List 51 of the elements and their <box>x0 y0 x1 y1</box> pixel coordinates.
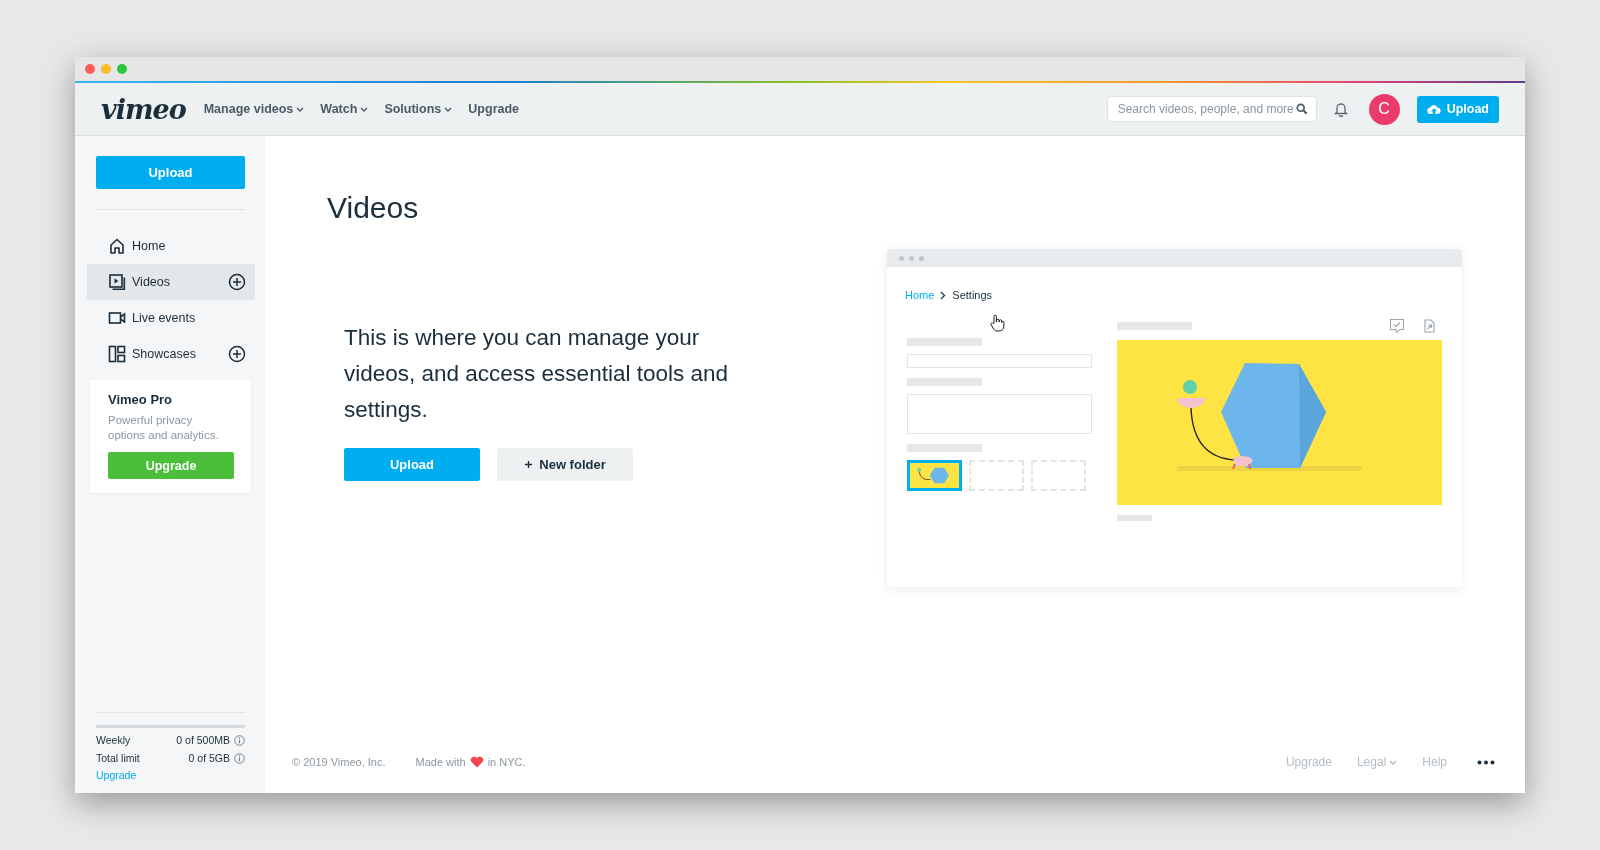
sidebar-item[interactable]: Live events <box>87 300 255 336</box>
description-text: This is where you can manage your videos, and access essential tools and settings. <box>344 324 729 424</box>
placeholder-bar <box>1117 515 1152 521</box>
info-icon[interactable] <box>234 752 245 764</box>
add-icon[interactable] <box>228 273 246 291</box>
heart-icon <box>469 756 484 768</box>
storage-label: Weekly <box>96 734 132 746</box>
chevron-icon <box>940 290 947 300</box>
bell-icon[interactable] <box>1332 101 1349 117</box>
menu-item[interactable]: Watch <box>320 102 369 116</box>
logo[interactable]: vimeo <box>101 93 186 125</box>
home-icon <box>108 237 126 255</box>
item-label: Live events <box>132 311 197 325</box>
page-title: Videos <box>327 191 420 225</box>
hand-cursor-icon <box>989 314 1005 332</box>
user-avatar[interactable]: C <box>1368 93 1400 125</box>
storage-value: 0 of 5GB <box>188 752 230 764</box>
promo-title: Vimeo Pro <box>108 392 174 407</box>
footer-text: in NYC. <box>487 756 526 768</box>
plus-icon <box>524 460 534 469</box>
copyright-text: © 2019 Vimeo, Inc. <box>292 756 386 768</box>
menu-item[interactable]: Upgrade <box>468 102 520 116</box>
storage-value: 0 of 500MB <box>176 734 230 746</box>
more-icon[interactable] <box>1477 759 1495 765</box>
item-label: Home <box>132 239 167 253</box>
item-label: Showcases <box>132 347 197 361</box>
footer-text: Made with <box>415 756 466 768</box>
thumbnail[interactable] <box>907 460 962 491</box>
window-dot <box>899 255 904 261</box>
storage-label: Total limit <box>96 752 141 764</box>
search-icon <box>1295 103 1308 115</box>
menu-item[interactable]: Manage videos <box>203 102 305 116</box>
new-folder-button[interactable]: New folder <box>497 448 633 481</box>
video-camera-icon <box>108 309 126 327</box>
breadcrumb-current: Settings <box>952 289 993 301</box>
window-dot <box>909 255 914 261</box>
share-icon[interactable] <box>1421 318 1437 334</box>
item-label: Videos <box>132 275 171 289</box>
promo-text: Powerful privacy options and analytics. <box>108 413 220 443</box>
menu-item[interactable]: Solutions <box>384 102 453 116</box>
comment-check-icon[interactable] <box>1389 318 1405 334</box>
search-field[interactable]: Search videos, people, and more <box>1106 96 1317 122</box>
add-icon[interactable] <box>228 345 246 363</box>
sidebar-item[interactable]: Home <box>87 228 255 264</box>
window-dot <box>919 255 924 261</box>
video-library-icon <box>108 273 126 291</box>
cloud-upload-icon <box>1426 103 1441 115</box>
info-icon[interactable] <box>234 734 245 746</box>
sidebar-item[interactable]: Videos <box>87 264 255 300</box>
sidebar-item[interactable]: Showcases <box>87 336 255 372</box>
layout-icon <box>108 345 126 363</box>
